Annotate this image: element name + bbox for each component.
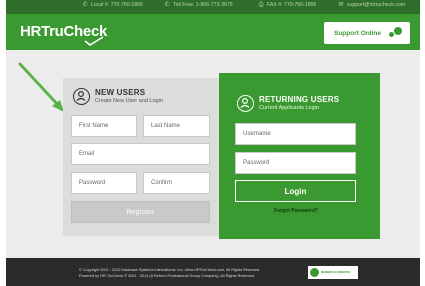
confirm-password-input[interactable]: Confirm (143, 172, 210, 194)
new-users-title: NEW USERS (95, 88, 146, 97)
support-online-label: Support Online (334, 29, 381, 37)
new-password-input[interactable]: Password (71, 172, 137, 194)
local-phone[interactable]: ✆ Local #: 770-760-1866 (82, 2, 143, 8)
site-footer: © Copyright 2001 - 2015 Database Systems… (6, 258, 420, 286)
user-circle-icon (237, 95, 254, 112)
accreditation-seal-icon (310, 268, 319, 277)
first-name-input[interactable]: First Name (71, 115, 137, 137)
badge-text: MEMBER ACCREDITED (321, 271, 351, 274)
fax-number: ⎙ FAX #: 770-760-1866 (258, 2, 317, 8)
new-users-subtitle: Create New User and Login (95, 98, 163, 104)
tollfree-phone[interactable]: ✆ Toll Free: 1-866-773-3675 (164, 2, 233, 8)
user-circle-icon (73, 88, 90, 105)
register-button[interactable]: Register (71, 201, 210, 223)
chat-bubbles-icon (388, 27, 403, 39)
accreditation-badge[interactable]: MEMBER ACCREDITED (308, 266, 358, 279)
phone-icon: ✆ (164, 2, 170, 8)
support-online-button[interactable]: Support Online (324, 22, 410, 44)
mail-icon: ✉ (338, 2, 344, 8)
phone-icon: ✆ (82, 2, 88, 8)
tollfree-phone-text: Toll Free: 1-866-773-3675 (173, 2, 233, 8)
support-email-text: support@hrtrucheck.com (347, 2, 406, 8)
site-header: HRTruCheck Support Online (6, 14, 420, 50)
contact-bar: ✆ Local #: 770-760-1866 ✆ Toll Free: 1-8… (6, 0, 420, 14)
powered-by-text: Powered by HR-TruCheck © 2001 - 2014 (A … (79, 274, 255, 278)
returning-users-title: RETURNING USERS (259, 95, 340, 104)
login-password-input[interactable]: Password (235, 152, 356, 174)
logo-check-icon (84, 36, 104, 46)
fax-icon: ⎙ (258, 2, 264, 8)
returning-users-panel: RETURNING USERS Current Applicants Login… (219, 73, 380, 239)
fax-text: FAX #: 770-760-1866 (267, 2, 317, 8)
forgot-password-link[interactable]: Forgot Password? (219, 208, 373, 214)
support-email[interactable]: ✉ support@hrtrucheck.com (338, 2, 405, 8)
login-button[interactable]: Login (235, 180, 356, 202)
email-input[interactable]: Email (71, 143, 210, 165)
page-frame: ✆ Local #: 770-760-1866 ✆ Toll Free: 1-8… (6, 0, 420, 286)
new-users-panel: NEW USERS Create New User and Login Firs… (63, 78, 223, 236)
returning-users-subtitle: Current Applicants Login (259, 105, 319, 111)
last-name-input[interactable]: Last Name (143, 115, 210, 137)
copyright-text: © Copyright 2001 - 2015 Database Systems… (79, 268, 261, 272)
username-input[interactable]: Username (235, 123, 356, 145)
local-phone-text: Local #: 770-760-1866 (91, 2, 143, 8)
